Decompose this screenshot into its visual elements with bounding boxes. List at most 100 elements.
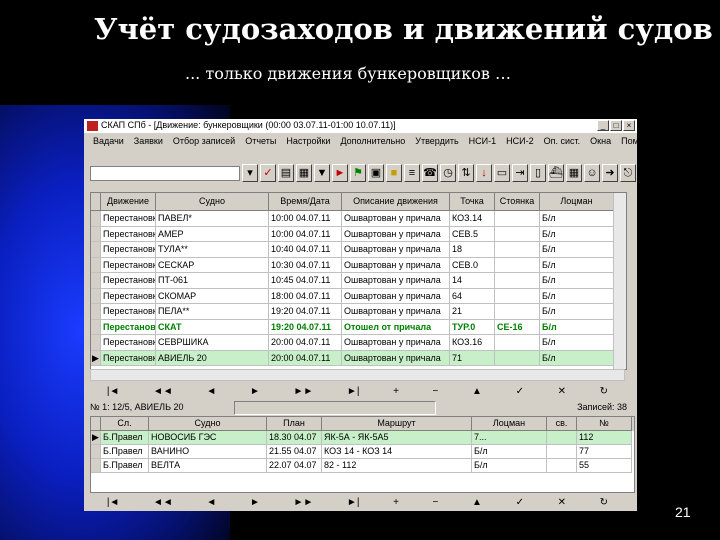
movement-cell[interactable]: ТУР.0 <box>450 319 495 335</box>
close-button[interactable]: × <box>623 120 635 131</box>
vessel-cell[interactable]: 7... <box>472 431 547 445</box>
menu-item-help[interactable]: Помощь <box>616 136 637 146</box>
nav2-add-button[interactable]: + <box>393 497 399 508</box>
nav-prev-page-button[interactable]: ◄◄ <box>153 386 173 397</box>
movement-cell[interactable]: АМЕР <box>156 226 269 242</box>
nav-edit-button[interactable]: ▲ <box>472 386 482 397</box>
movement-cell[interactable]: Перестановка <box>101 350 156 366</box>
arrow-icon[interactable]: ➜ <box>602 164 618 182</box>
vessel-cell[interactable]: 22.07 04.07 <box>267 459 322 473</box>
vessel-cell[interactable]: ВАНИНО <box>149 445 267 459</box>
import-icon[interactable]: ⇥ <box>512 164 528 182</box>
nav-first-button[interactable]: |◄ <box>107 386 120 397</box>
nav2-edit-button[interactable]: ▲ <box>472 497 482 508</box>
movement-cell[interactable]: Перестановка <box>101 273 156 289</box>
movement-cell[interactable]: Ошвартован у причала <box>342 211 450 227</box>
flag-icon[interactable]: ⚑ <box>350 164 366 182</box>
menu-item-reports[interactable]: Отчеты <box>240 136 281 146</box>
vessel-cell[interactable]: 77 <box>577 445 632 459</box>
document-icon[interactable]: ▤ <box>278 164 294 182</box>
vessel-cell[interactable] <box>547 445 577 459</box>
movement-cell[interactable]: СЕВ.5 <box>450 226 495 242</box>
movement-cell[interactable]: 21 <box>450 304 495 320</box>
maximize-button[interactable]: □ <box>610 120 622 131</box>
export-icon[interactable]: ▭ <box>494 164 510 182</box>
movement-cell[interactable] <box>495 288 540 304</box>
nav2-prev-button[interactable]: ◄ <box>206 497 216 508</box>
col-berth[interactable]: Стоянка <box>495 193 540 211</box>
nav-refresh-button[interactable]: ↻ <box>600 386 608 397</box>
nav-post-button[interactable]: ✓ <box>516 386 524 397</box>
movement-cell[interactable]: 19:20 04.07.11 <box>269 304 342 320</box>
movement-cell[interactable]: КОЗ.16 <box>450 335 495 351</box>
nav2-first-button[interactable]: |◄ <box>107 497 120 508</box>
vessel-cell[interactable]: 18.30 04.07 <box>267 431 322 445</box>
movement-cell[interactable]: Ошвартован у причала <box>342 273 450 289</box>
col2-sv[interactable]: св. <box>547 417 577 431</box>
movement-cell[interactable]: Б/л <box>540 319 614 335</box>
movement-cell[interactable]: АВИЕЛЬ 20 <box>156 350 269 366</box>
movement-row[interactable]: ПерестановкаСЕСКАР10:30 04.07.11Ошвартов… <box>91 257 626 273</box>
movement-cell[interactable]: Б/л <box>540 226 614 242</box>
menu-item-settings[interactable]: Настройки <box>281 136 335 146</box>
nav-add-button[interactable]: + <box>393 386 399 397</box>
col2-pilot[interactable]: Лоцман <box>472 417 547 431</box>
nav-delete-button[interactable]: − <box>433 386 439 397</box>
check-icon[interactable]: ✓ <box>260 164 276 182</box>
movement-row[interactable]: ПерестановкаПЕЛА**19:20 04.07.11Ошвартов… <box>91 304 626 320</box>
menu-item-approve[interactable]: Утвердить <box>410 136 463 146</box>
phone-icon[interactable]: ☎ <box>422 164 438 182</box>
nav-next-page-button[interactable]: ►► <box>293 386 313 397</box>
movement-cell[interactable]: СЕСКАР <box>156 257 269 273</box>
nav2-delete-button[interactable]: − <box>433 497 439 508</box>
movement-cell[interactable] <box>495 257 540 273</box>
movement-cell[interactable]: СЕВРШИКА <box>156 335 269 351</box>
movement-cell[interactable]: ТУЛА** <box>156 242 269 258</box>
nav-last-button[interactable]: ►| <box>347 386 360 397</box>
vessel-cell[interactable]: 112 <box>577 431 632 445</box>
movements-hscrollbar[interactable] <box>90 369 625 381</box>
movement-cell[interactable] <box>495 350 540 366</box>
movement-row[interactable]: ПерестановкаСКАТ19:20 04.07.11Отошел от … <box>91 319 626 335</box>
col-description[interactable]: Описание движения <box>342 193 450 211</box>
vessel-cell[interactable]: Б/л <box>472 459 547 473</box>
vessel-cell[interactable]: 55 <box>577 459 632 473</box>
col-movement[interactable]: Движение <box>101 193 156 211</box>
calendar-icon[interactable]: ▣ <box>368 164 384 182</box>
movement-cell[interactable]: СЕ-16 <box>495 319 540 335</box>
movement-cell[interactable]: 10:40 04.07.11 <box>269 242 342 258</box>
movement-row[interactable]: ▶ПерестановкаАВИЕЛЬ 2020:00 04.07.11Ошва… <box>91 350 626 366</box>
movement-cell[interactable]: Ошвартован у причала <box>342 288 450 304</box>
movement-cell[interactable]: Б/л <box>540 211 614 227</box>
movement-cell[interactable]: Ошвартован у причала <box>342 242 450 258</box>
movement-cell[interactable]: Б/л <box>540 257 614 273</box>
vessel-cell[interactable]: 82 - 112 <box>322 459 472 473</box>
menu-item-filter[interactable]: Отбор записей <box>168 136 240 146</box>
movement-cell[interactable] <box>495 304 540 320</box>
movement-cell[interactable]: Б/л <box>540 350 614 366</box>
person-icon[interactable]: ☺ <box>584 164 600 182</box>
col-point[interactable]: Точка <box>450 193 495 211</box>
movements-vscrollbar[interactable] <box>613 193 626 369</box>
nav2-prev-page-button[interactable]: ◄◄ <box>153 497 173 508</box>
movement-cell[interactable]: Ошвартован у причала <box>342 304 450 320</box>
nav2-post-button[interactable]: ✓ <box>516 497 524 508</box>
movement-cell[interactable]: СКАТ <box>156 319 269 335</box>
movement-cell[interactable]: 14 <box>450 273 495 289</box>
vessel-cell[interactable]: НОВОСИБ ГЭС <box>149 431 267 445</box>
movement-cell[interactable] <box>495 335 540 351</box>
movement-cell[interactable]: 10:00 04.07.11 <box>269 211 342 227</box>
col-pilot[interactable]: Лоцман <box>540 193 614 211</box>
movement-row[interactable]: ПерестановкаСКОМАР18:00 04.07.11Ошвартов… <box>91 288 626 304</box>
col2-plan[interactable]: План <box>267 417 322 431</box>
movement-row[interactable]: ПерестановкаСЕВРШИКА20:00 04.07.11Ошварт… <box>91 335 626 351</box>
movement-cell[interactable]: 10:45 04.07.11 <box>269 273 342 289</box>
vessel-cell[interactable]: ВЕЛТА <box>149 459 267 473</box>
movement-cell[interactable]: 20:00 04.07.11 <box>269 350 342 366</box>
nav-prev-button[interactable]: ◄ <box>206 386 216 397</box>
movement-cell[interactable]: Перестановка <box>101 211 156 227</box>
movement-cell[interactable]: СЕВ.0 <box>450 257 495 273</box>
movement-cell[interactable]: Ошвартован у причала <box>342 335 450 351</box>
sort-icon[interactable]: ⇅ <box>458 164 474 182</box>
movement-cell[interactable]: Перестановка <box>101 304 156 320</box>
